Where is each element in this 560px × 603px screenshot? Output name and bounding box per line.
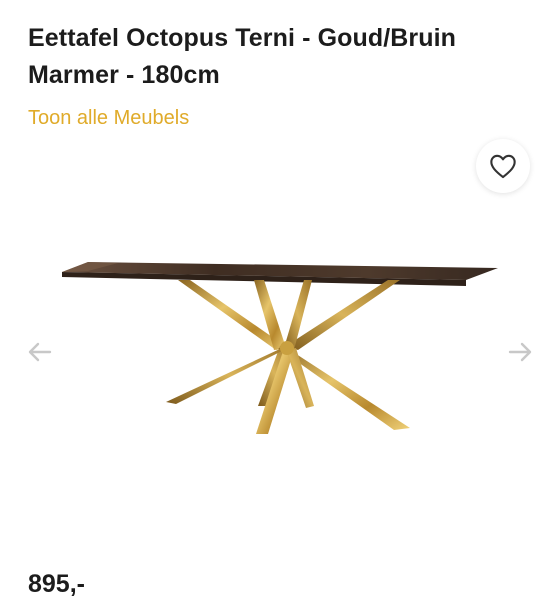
product-gallery[interactable] <box>0 210 560 500</box>
category-link[interactable]: Toon alle Meubels <box>28 104 189 132</box>
product-image <box>62 262 498 434</box>
wishlist-button[interactable] <box>476 139 530 193</box>
arrow-left-icon[interactable] <box>24 337 54 367</box>
arrow-right-icon[interactable] <box>506 337 536 367</box>
heart-outline-icon <box>490 154 516 179</box>
product-price: 895,- <box>28 570 85 598</box>
product-title: Eettafel Octopus Terni - Goud/Bruin Marm… <box>28 24 457 89</box>
